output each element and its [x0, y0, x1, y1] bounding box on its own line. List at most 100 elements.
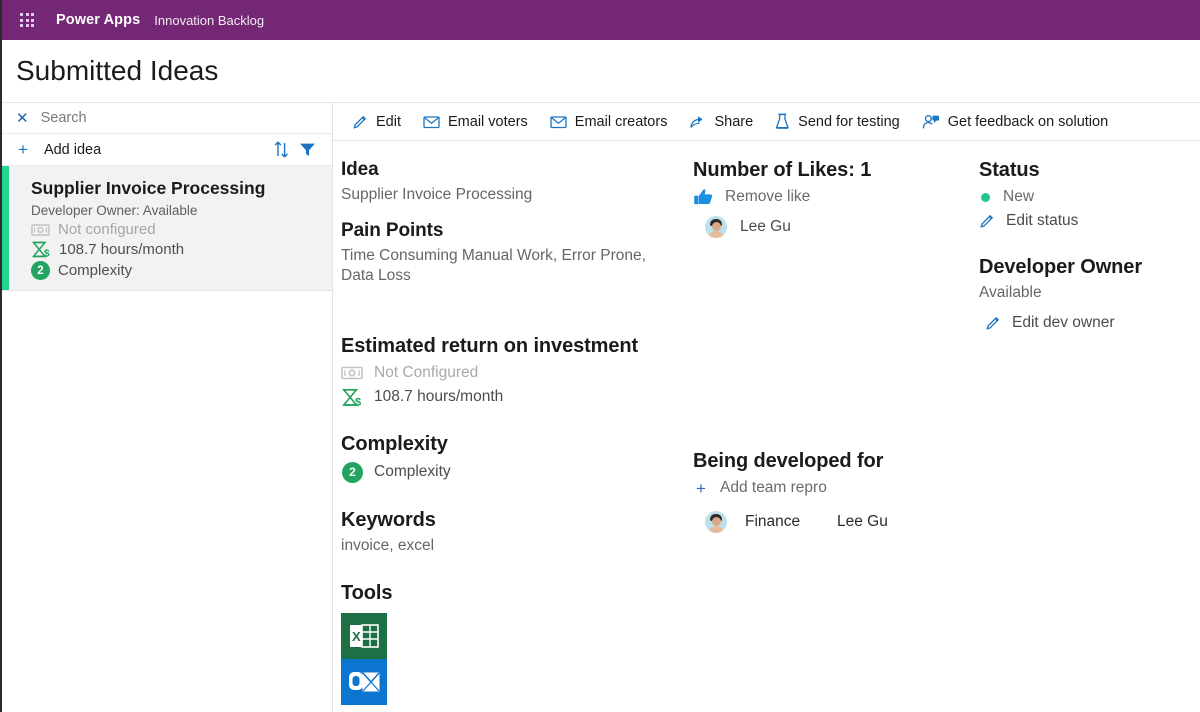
list-item-complexity-text: Complexity — [58, 262, 133, 279]
excel-tool-icon[interactable]: X — [341, 613, 387, 660]
add-idea-label: Add idea — [43, 141, 102, 158]
add-team-repro-button[interactable]: + Add team repro — [693, 479, 961, 497]
pencil-icon — [352, 114, 368, 130]
svg-text:$: $ — [44, 249, 50, 258]
svg-text:$: $ — [355, 396, 361, 407]
edit-status-button[interactable]: Edit status — [979, 212, 1190, 230]
list-item[interactable]: Supplier Invoice Processing Developer Ow… — [2, 166, 332, 291]
roi-heading: Estimated return on investment — [341, 334, 639, 357]
voter-row: Lee Gu — [693, 216, 961, 238]
detail-column-left: Idea Supplier Invoice Processing Pain Po… — [333, 141, 685, 712]
keywords-value: invoice, excel — [341, 536, 435, 554]
idea-value: Supplier Invoice Processing — [341, 186, 533, 203]
outlook-tool-icon[interactable] — [341, 659, 387, 706]
complexity-heading: Complexity — [341, 432, 448, 455]
edit-label: Edit — [376, 113, 401, 130]
roi-hours-text: 108.7 hours/month — [374, 388, 504, 406]
filter-icon[interactable] — [294, 138, 320, 162]
selected-accent-bar — [2, 166, 9, 290]
detail-column-middle: Number of Likes: 1 Remove like Lee Gu Be… — [685, 141, 971, 712]
status-badge: New — [979, 188, 1190, 206]
roi-hours-row: $ 108.7 hours/month — [341, 388, 671, 407]
team-name: Finance — [745, 513, 801, 530]
developer-owner-heading: Developer Owner — [979, 256, 1143, 278]
status-dot-icon — [981, 192, 990, 202]
send-for-testing-label: Send for testing — [798, 113, 900, 130]
pencil-icon — [985, 315, 1001, 331]
sort-icon[interactable] — [268, 138, 294, 162]
roi-money-row: Not Configured — [341, 364, 671, 382]
command-bar: Edit Email voters Email creators Share S… — [333, 103, 1200, 141]
remove-like-label: Remove like — [725, 188, 811, 205]
waffle-dots — [20, 13, 34, 27]
avatar — [705, 216, 727, 238]
mail-icon — [423, 115, 440, 129]
share-button[interactable]: Share — [678, 107, 764, 137]
top-bar: Power Apps Innovation Backlog — [2, 0, 1200, 40]
list-item-title: Supplier Invoice Processing — [31, 178, 266, 198]
share-icon — [689, 114, 706, 129]
search-placeholder: Search — [40, 110, 87, 126]
body: ✕ Search + Add idea Supplier Invoice Pro… — [2, 103, 1200, 712]
sidebar: ✕ Search + Add idea Supplier Invoice Pro… — [2, 103, 333, 712]
list-item-body: Supplier Invoice Processing Developer Ow… — [9, 166, 275, 290]
team-person: Lee Gu — [837, 513, 888, 530]
share-label: Share — [714, 113, 754, 130]
plus-icon: + — [696, 478, 706, 498]
roi-money-text: Not Configured — [374, 363, 479, 381]
hourglass-dollar-icon: $ — [341, 388, 363, 407]
hourglass-dollar-icon: $ — [31, 241, 51, 258]
list-item-money-text: Not configured — [58, 221, 156, 238]
detail-pane: Edit Email voters Email creators Share S… — [333, 103, 1200, 712]
pain-points-value: Time Consuming Manual Work, Error Prone,… — [341, 246, 646, 285]
complexity-row: 2 Complexity — [341, 461, 671, 483]
search-input[interactable]: ✕ Search — [2, 103, 332, 134]
email-voters-label: Email voters — [448, 113, 528, 130]
brand-label[interactable]: Power Apps — [56, 12, 140, 28]
close-icon[interactable]: ✕ — [16, 111, 29, 126]
team-row: Finance Lee Gu — [693, 511, 961, 533]
email-creators-label: Email creators — [574, 113, 668, 130]
edit-dev-owner-label: Edit dev owner — [1012, 313, 1115, 331]
waffle-grid-icon[interactable] — [10, 4, 44, 36]
page-title-bar: Submitted Ideas — [2, 40, 1200, 103]
beaker-icon — [775, 113, 790, 130]
get-feedback-label: Get feedback on solution — [947, 113, 1109, 130]
likes-heading: Number of Likes: 1 — [693, 159, 872, 181]
complexity-badge: 2 — [31, 261, 50, 280]
email-voters-button[interactable]: Email voters — [412, 107, 539, 137]
edit-dev-owner-button[interactable]: Edit dev owner — [979, 314, 1190, 332]
pencil-icon — [979, 213, 995, 229]
email-creators-button[interactable]: Email creators — [539, 107, 679, 137]
remove-like-button[interactable]: Remove like — [693, 188, 961, 206]
list-item-money-row: Not configured — [31, 221, 265, 238]
status-heading: Status — [979, 159, 1040, 181]
add-idea-button[interactable]: + Add idea — [2, 134, 332, 166]
svg-text:X: X — [352, 629, 361, 644]
idea-heading: Idea — [341, 159, 379, 180]
edit-button[interactable]: Edit — [341, 107, 412, 137]
developer-owner-value: Available — [979, 284, 1042, 301]
status-value: New — [1003, 188, 1035, 205]
detail-column-right: Status New Edit status Developer Owner A… — [971, 141, 1200, 712]
thumbs-up-icon — [693, 188, 714, 206]
list-item-hours-text: 108.7 hours/month — [59, 241, 185, 258]
pain-points-heading: Pain Points — [341, 219, 444, 241]
list-item-complexity-row: 2 Complexity — [31, 261, 265, 280]
add-team-repro-label: Add team repro — [720, 479, 827, 496]
avatar — [705, 511, 727, 533]
tools-heading: Tools — [341, 582, 393, 605]
detail-columns: Idea Supplier Invoice Processing Pain Po… — [333, 141, 1200, 712]
tools-list: X — [341, 613, 671, 706]
mail-icon — [550, 115, 567, 129]
app-name-label[interactable]: Innovation Backlog — [154, 13, 264, 28]
send-for-testing-button[interactable]: Send for testing — [764, 107, 911, 137]
get-feedback-button[interactable]: Get feedback on solution — [911, 107, 1119, 137]
